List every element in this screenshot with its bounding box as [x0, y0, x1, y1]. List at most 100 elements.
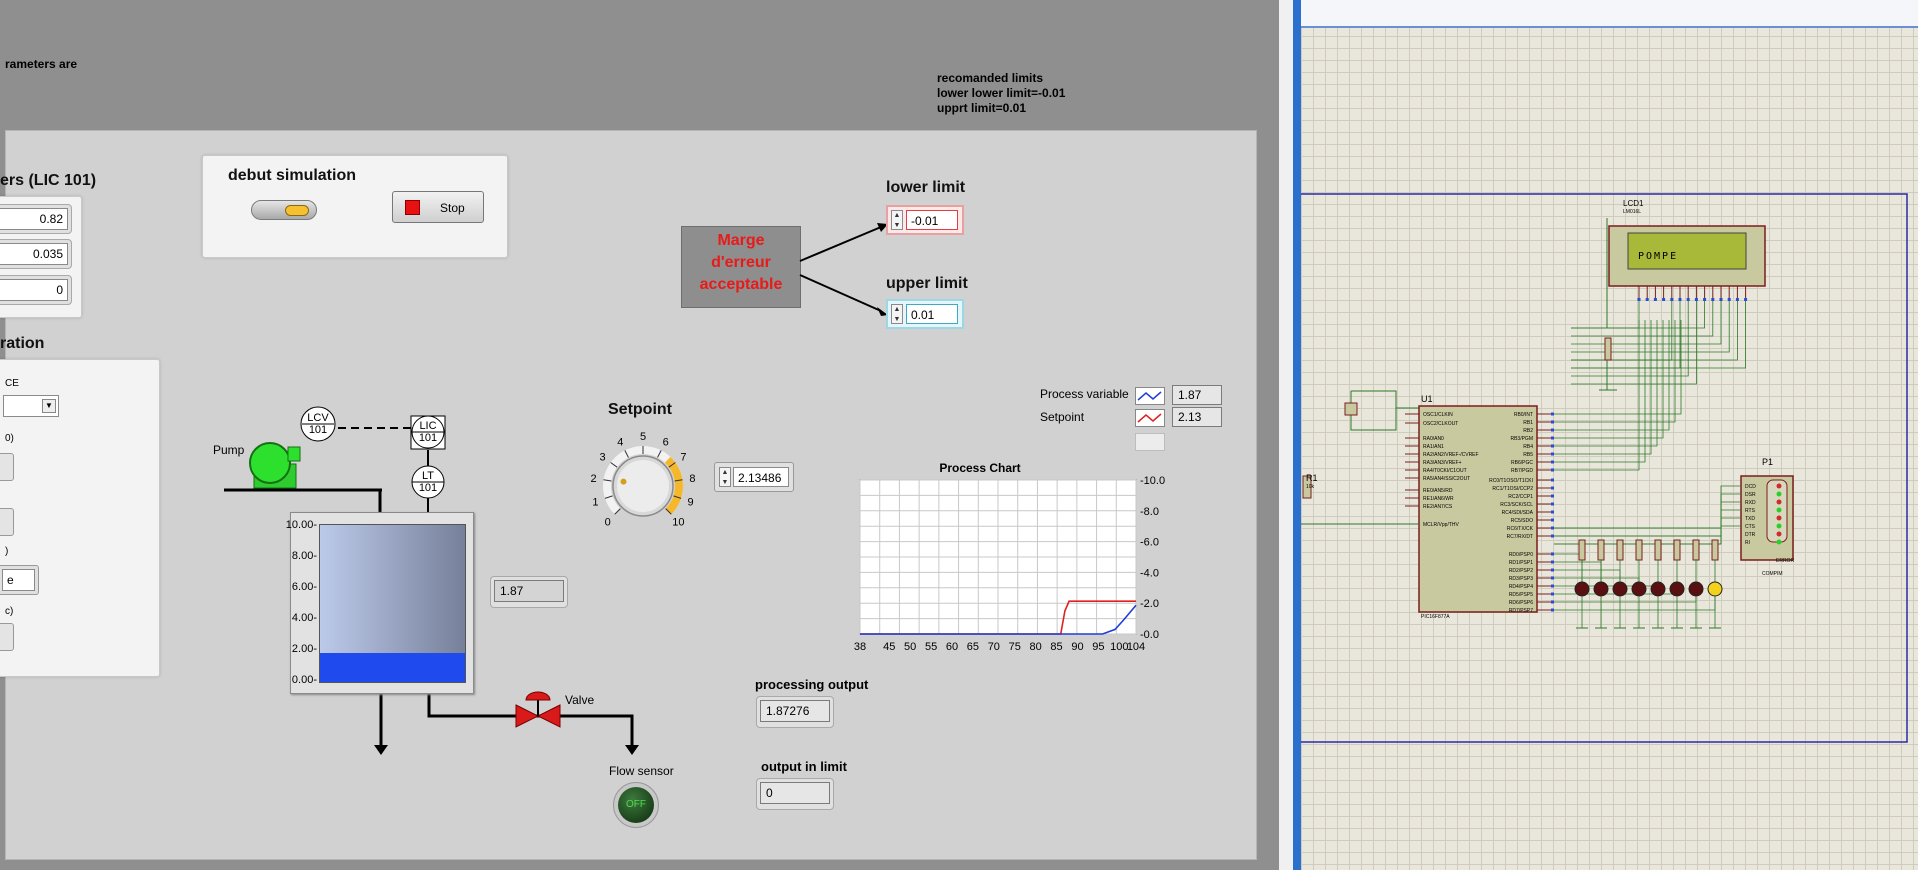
config-control[interactable]	[0, 453, 14, 481]
pic-pin-label: RB3/PGM	[1510, 436, 1533, 442]
wire	[1554, 561, 1602, 586]
tag-text: LIC	[419, 420, 437, 432]
y-tick-label: -2.0	[1140, 598, 1159, 610]
resistor	[1597, 539, 1605, 561]
param-value[interactable]: 0	[0, 279, 68, 301]
y-tick-label: -4.0	[1140, 567, 1159, 579]
dial-tick-label: 9	[687, 496, 693, 508]
pic-pin-label: OSC1/CLKIN	[1423, 412, 1453, 418]
setpoint-value[interactable]: 2.13486	[733, 467, 789, 487]
param-value[interactable]: 0.82	[0, 208, 68, 230]
arrow-head	[625, 745, 639, 755]
crystal-wire	[1350, 390, 1397, 431]
wire	[1554, 320, 1670, 431]
spinner-icon[interactable]: ▲ ▼	[891, 304, 903, 324]
pin-marker	[1551, 478, 1554, 482]
pin-marker	[1551, 526, 1554, 530]
led	[1574, 581, 1590, 597]
pic-pin-label: RB7/PGD	[1511, 468, 1533, 474]
com-pin-label: RI	[1745, 540, 1750, 546]
pic-pin-label: RA4/T0CKI/C1OUT	[1423, 468, 1467, 474]
config-field[interactable]: e	[0, 565, 39, 595]
chevron-down-icon[interactable]: ▼	[42, 399, 56, 413]
processing-output: 1.87276	[756, 696, 834, 728]
pic-pin-label: RD6/PSP6	[1509, 600, 1533, 606]
wire	[1554, 517, 1741, 537]
flow-sensor-state: OFF	[618, 787, 654, 823]
resistor	[1635, 539, 1643, 561]
com-pin-led	[1776, 515, 1782, 521]
config-control[interactable]	[0, 508, 14, 536]
legend-value: 1.87	[1172, 385, 1222, 405]
x-tick-label: 100	[1110, 641, 1128, 653]
com-pin-led	[1776, 531, 1782, 537]
tag-text: 101	[308, 424, 328, 436]
dial-tick-label: 1	[592, 496, 598, 508]
lower-limit-value[interactable]: -0.01	[906, 210, 958, 230]
arrow-line	[799, 274, 882, 312]
com-pin-led	[1776, 483, 1782, 489]
pin-marker	[1686, 298, 1690, 301]
param-field[interactable]: 0	[0, 275, 72, 305]
x-tick-label: 90	[1071, 641, 1083, 653]
arrow-line	[799, 226, 882, 262]
spinner-icon[interactable]: ▲ ▼	[719, 467, 731, 487]
pic-pin-label: RD3/PSP3	[1509, 576, 1533, 582]
valve-right	[536, 704, 561, 728]
com-pin-label: RXD	[1745, 500, 1756, 506]
wire	[1554, 320, 1646, 463]
x-tick-label: 50	[904, 641, 916, 653]
tank-scale-tick: 8.00-	[291, 550, 317, 562]
legend-label: Process variable	[1040, 387, 1129, 401]
window-border	[1293, 0, 1301, 870]
dial-tick-label: 8	[689, 473, 695, 485]
pin-marker	[1662, 298, 1666, 301]
tag-text: 101	[418, 482, 438, 494]
simulation-toggle[interactable]	[251, 200, 317, 220]
dial-tick-label: 3	[599, 452, 605, 464]
wire	[1571, 301, 1681, 369]
resistor	[1711, 539, 1719, 561]
tank-scale-tick: 4.00-	[291, 612, 317, 624]
x-tick-label: 70	[988, 641, 1000, 653]
pin-marker	[1551, 560, 1554, 564]
com-pin-led	[1776, 499, 1782, 505]
limits-note: recomanded limits lower lower limit=-0.0…	[937, 71, 1065, 116]
com-pin-led	[1776, 539, 1782, 545]
dial-tick-label: 0	[605, 516, 611, 528]
com-pin-label: CTS	[1745, 524, 1756, 530]
processing-output-label: processing output	[755, 677, 869, 692]
schematic-drawing: OSC1/CLKIN OSC2/CLKOUT RA0/AN0 RA1/AN1 RA2/A…	[1301, 193, 1908, 743]
param-field[interactable]: 0.82	[0, 204, 72, 234]
level-value: 1.87	[494, 580, 564, 602]
header-note: rameters are	[5, 57, 78, 71]
upper-limit-control[interactable]: ▲ ▼ 0.01	[886, 299, 964, 329]
config-field-value[interactable]: e	[2, 569, 35, 591]
lt-tag: LT 101	[410, 470, 446, 494]
lcd-model: LM016L	[1623, 209, 1642, 215]
legend-swatch	[1135, 387, 1165, 405]
config-select[interactable]: ▼	[3, 395, 59, 417]
config-control[interactable]	[0, 623, 14, 651]
wire	[1554, 320, 1640, 471]
param-field[interactable]: 0.035	[0, 239, 72, 269]
pin-marker	[1744, 298, 1748, 301]
p1-error: ERROR	[1776, 558, 1795, 564]
led	[1593, 581, 1609, 597]
upper-limit-value[interactable]: 0.01	[906, 304, 958, 324]
param-value[interactable]: 0.035	[0, 243, 68, 265]
tank-gauge	[319, 524, 466, 683]
wire	[1554, 320, 1652, 455]
setpoint-field[interactable]: ▲ ▼ 2.13486	[714, 462, 794, 492]
dial-tick-label: 6	[663, 436, 669, 448]
spinner-icon[interactable]: ▲ ▼	[891, 210, 903, 230]
tank-scale-tick: 2.00-	[291, 643, 317, 655]
stop-button[interactable]: Stop	[392, 191, 484, 223]
setpoint-dial[interactable]: 01 234 5 678 910	[578, 420, 708, 542]
pin-marker	[1694, 298, 1698, 301]
y-tick-label: -8.0	[1140, 506, 1159, 518]
dial-tick-label: 5	[640, 431, 646, 443]
lcd-text: POMPE	[1638, 251, 1679, 262]
led	[1631, 581, 1647, 597]
lower-limit-control[interactable]: ▲ ▼ -0.01	[886, 205, 964, 235]
